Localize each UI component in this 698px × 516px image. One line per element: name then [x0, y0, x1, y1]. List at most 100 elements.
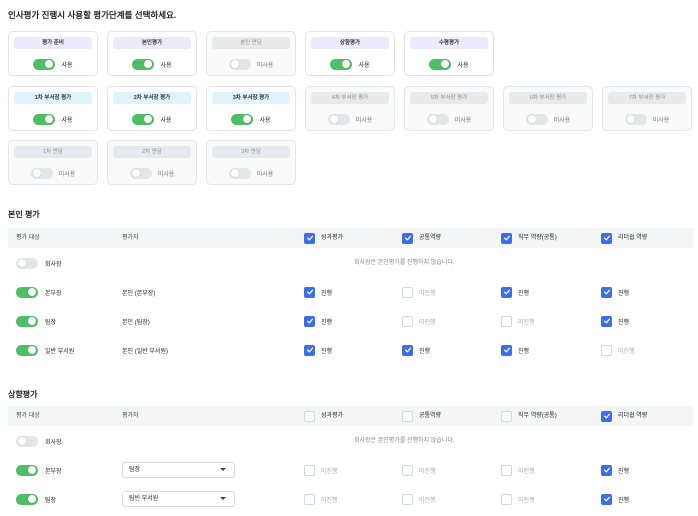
- target-toggle-switch[interactable]: [16, 435, 38, 447]
- stage-toggle-switch[interactable]: [525, 113, 548, 125]
- stage-card-title: 평가 준비: [14, 37, 92, 49]
- header-column: 성과평가: [304, 228, 343, 248]
- stage-toggle-switch[interactable]: [426, 113, 449, 125]
- stage-status-label: 사용: [259, 117, 271, 124]
- stage-toggle-switch[interactable]: [30, 167, 53, 179]
- progress-checkbox[interactable]: [304, 464, 315, 476]
- stage-status-label: 미사용: [256, 62, 274, 69]
- progress-label: 미진행: [518, 319, 535, 326]
- progress-checkbox[interactable]: [601, 344, 612, 356]
- header-column: 리더쉽 역량: [601, 228, 647, 248]
- stage-toggle-row: 미사용: [603, 113, 691, 125]
- progress-checkbox[interactable]: [601, 315, 612, 327]
- stage-card: 1차 면담 미사용: [8, 140, 98, 185]
- progress-label: 진행: [518, 348, 530, 355]
- progress-label: 미진행: [321, 497, 338, 504]
- evaluator-cell: 본인 (일반 부서원): [122, 348, 168, 355]
- stage-status-label: 사용: [160, 117, 172, 124]
- chevron-down-icon: [220, 497, 226, 500]
- stage-toggle-switch[interactable]: [231, 113, 254, 125]
- progress-cell: 미진행: [402, 489, 436, 509]
- progress-cell: 진행: [601, 489, 629, 509]
- header-column-checkbox[interactable]: [601, 410, 612, 422]
- evaluator-select-value: 팀장: [129, 467, 141, 473]
- header-column-checkbox[interactable]: [402, 232, 413, 244]
- stage-toggle-row: 사용: [405, 58, 493, 70]
- stage-toggle-switch[interactable]: [132, 113, 155, 125]
- stage-status-label: 사용: [61, 117, 73, 124]
- stage-card: 본인 면담 미사용: [206, 31, 296, 76]
- progress-checkbox[interactable]: [601, 286, 612, 298]
- stage-toggle-switch[interactable]: [228, 167, 251, 179]
- target-toggle-switch[interactable]: [16, 344, 38, 356]
- stage-toggle-switch[interactable]: [330, 58, 353, 70]
- progress-label: 진행: [618, 319, 630, 326]
- progress-cell: 진행: [501, 340, 529, 360]
- row-note: 회사장은 본인평가를 진행하지 않습니다.: [354, 438, 455, 444]
- table-row: 팀장 본인 (팀장) 진행 미진행 미진행 진행: [8, 311, 693, 331]
- header-column-checkbox[interactable]: [304, 232, 315, 244]
- header-column-checkbox[interactable]: [501, 232, 512, 244]
- target-label: 본부장: [45, 290, 62, 297]
- progress-label: 미진행: [419, 319, 436, 326]
- progress-checkbox[interactable]: [402, 493, 413, 505]
- header-target: 평가 대상: [16, 235, 40, 241]
- stage-toggle-switch[interactable]: [33, 113, 56, 125]
- header-column-label: 리더쉽 역량: [618, 235, 648, 241]
- stage-toggle-switch[interactable]: [132, 58, 155, 70]
- stage-card-title: 3차 면담: [212, 146, 290, 158]
- target-toggle-switch[interactable]: [16, 493, 38, 505]
- stage-toggle-row: 사용: [108, 113, 196, 125]
- table-header: 평가 대상 평가자 성과평가 공통역량 직무 역량(공통) 리더쉽 역량: [8, 406, 693, 426]
- header-column-checkbox[interactable]: [501, 410, 512, 422]
- progress-checkbox[interactable]: [402, 286, 413, 298]
- progress-checkbox[interactable]: [501, 315, 512, 327]
- target-toggle-switch[interactable]: [16, 257, 38, 269]
- progress-checkbox[interactable]: [601, 493, 612, 505]
- stage-toggle-switch[interactable]: [327, 113, 350, 125]
- progress-cell: 진행: [304, 340, 332, 360]
- header-column: 직무 역량(공통): [501, 406, 557, 426]
- progress-cell: 미진행: [402, 460, 436, 480]
- progress-checkbox[interactable]: [402, 464, 413, 476]
- header-column: 공통역량: [402, 228, 441, 248]
- progress-cell: 미진행: [601, 340, 635, 360]
- stage-toggle-switch[interactable]: [624, 113, 647, 125]
- header-column-checkbox[interactable]: [601, 232, 612, 244]
- stage-card-title: 수평평가: [410, 37, 488, 49]
- stage-status-label: 사용: [457, 62, 469, 69]
- progress-checkbox[interactable]: [601, 464, 612, 476]
- progress-checkbox[interactable]: [304, 286, 315, 298]
- progress-checkbox[interactable]: [304, 344, 315, 356]
- target-toggle-switch[interactable]: [16, 315, 38, 327]
- progress-checkbox[interactable]: [402, 344, 413, 356]
- progress-checkbox[interactable]: [402, 315, 413, 327]
- evaluator-select[interactable]: 팀장: [122, 462, 235, 478]
- evaluator-select[interactable]: 팀빈 부서원: [122, 491, 235, 507]
- progress-cell: 미진행: [402, 311, 436, 331]
- target-toggle-switch[interactable]: [16, 286, 38, 298]
- progress-checkbox[interactable]: [501, 464, 512, 476]
- stage-toggle-switch[interactable]: [228, 58, 251, 70]
- header-column-label: 성과평가: [321, 413, 344, 419]
- target-cell: 본부장: [16, 282, 62, 302]
- progress-checkbox[interactable]: [501, 344, 512, 356]
- stage-toggle-row: 미사용: [306, 113, 394, 125]
- stage-card: 5차 부서장 평가 미사용: [404, 86, 494, 131]
- stage-card-title: 3차 부서장 평가: [212, 92, 290, 104]
- stage-toggle-switch[interactable]: [429, 58, 452, 70]
- progress-label: 진행: [518, 290, 530, 297]
- progress-checkbox[interactable]: [501, 286, 512, 298]
- stage-toggle-switch[interactable]: [33, 58, 56, 70]
- header-column-label: 직무 역량(공통): [518, 413, 557, 419]
- header-column-checkbox[interactable]: [304, 410, 315, 422]
- progress-checkbox[interactable]: [304, 315, 315, 327]
- stage-card: 7차 부서장 평가 미사용: [602, 86, 692, 131]
- stage-card-title: 본인평가: [113, 37, 191, 49]
- header-column-checkbox[interactable]: [402, 410, 413, 422]
- progress-checkbox[interactable]: [501, 493, 512, 505]
- progress-checkbox[interactable]: [304, 493, 315, 505]
- stage-toggle-row: 사용: [306, 58, 394, 70]
- target-toggle-switch[interactable]: [16, 464, 38, 476]
- stage-toggle-switch[interactable]: [129, 167, 152, 179]
